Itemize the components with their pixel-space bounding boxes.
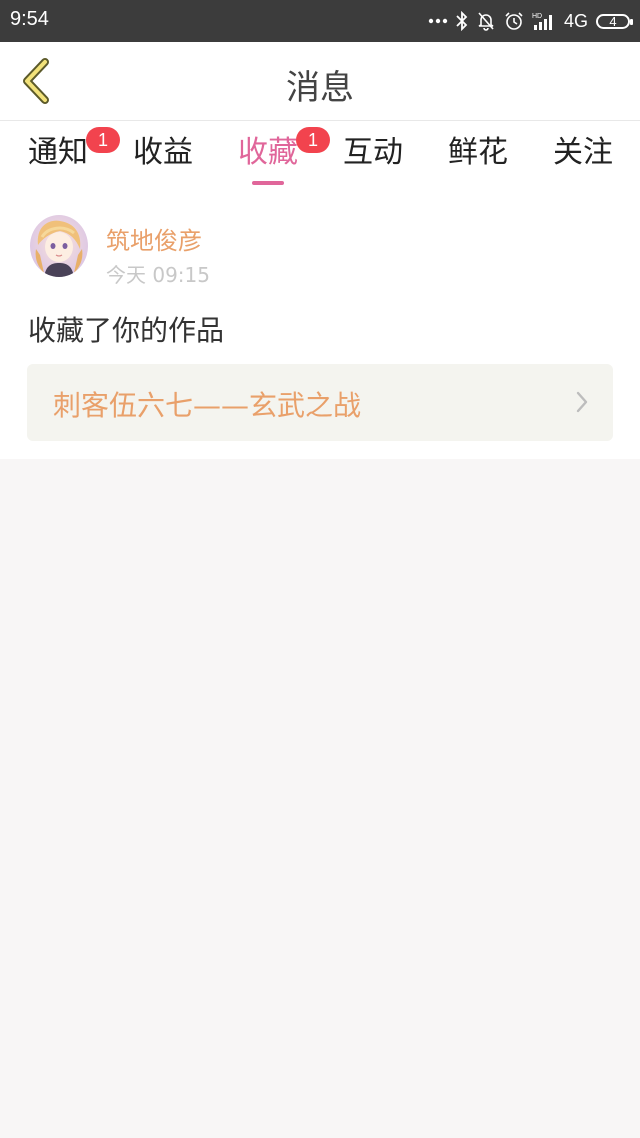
- tab-label: 鲜花: [448, 135, 508, 170]
- status-time: 9:54: [10, 8, 49, 30]
- tab-label: 收藏: [238, 135, 298, 170]
- tab-earnings[interactable]: 收益: [131, 133, 195, 185]
- chevron-right-icon: [576, 391, 588, 413]
- tab-bar: 通知 1 收益 收藏 1 互动 鲜花 关注: [0, 121, 640, 191]
- message-action: 收藏了你的作品: [28, 314, 225, 347]
- message-item: 筑地俊彦 今天 09:15 收藏了你的作品 刺客伍六七——玄武之战: [0, 191, 640, 459]
- tab-interactions[interactable]: 互动: [341, 133, 405, 185]
- notification-badge: 1: [296, 127, 330, 153]
- tab-favorites[interactable]: 收藏 1: [236, 127, 330, 185]
- page-title: 消息: [286, 68, 354, 108]
- svg-text:HD: HD: [532, 13, 542, 20]
- tab-label: 通知: [28, 135, 88, 170]
- status-icons: HD 4G 4: [428, 8, 633, 34]
- work-link-card[interactable]: 刺客伍六七——玄武之战: [27, 364, 613, 441]
- message-time: 今天 09:15: [106, 263, 210, 287]
- notification-badge: 1: [86, 127, 120, 153]
- tab-label: 关注: [553, 135, 613, 170]
- active-tab-indicator: [252, 181, 284, 185]
- avatar[interactable]: [30, 215, 88, 277]
- tab-notifications[interactable]: 通知 1: [26, 127, 120, 185]
- bluetooth-icon: [456, 10, 468, 32]
- tab-label: 收益: [133, 135, 193, 170]
- battery-level: 4: [609, 13, 617, 29]
- battery-icon: 4: [596, 13, 633, 29]
- bell-off-icon: [476, 10, 496, 32]
- dots-icon: [428, 10, 448, 32]
- alarm-icon: [504, 10, 524, 32]
- signal-icon: HD: [532, 10, 556, 32]
- nav-bar: 消息: [0, 42, 640, 121]
- user-name[interactable]: 筑地俊彦: [106, 221, 202, 256]
- network-type: 4G: [563, 10, 588, 31]
- work-title: 刺客伍六七——玄武之战: [53, 389, 362, 422]
- tab-flowers[interactable]: 鲜花: [446, 133, 510, 185]
- tab-follows[interactable]: 关注: [551, 133, 615, 185]
- tab-label: 互动: [343, 135, 403, 170]
- status-bar: 9:54 HD 4G 4: [0, 0, 640, 42]
